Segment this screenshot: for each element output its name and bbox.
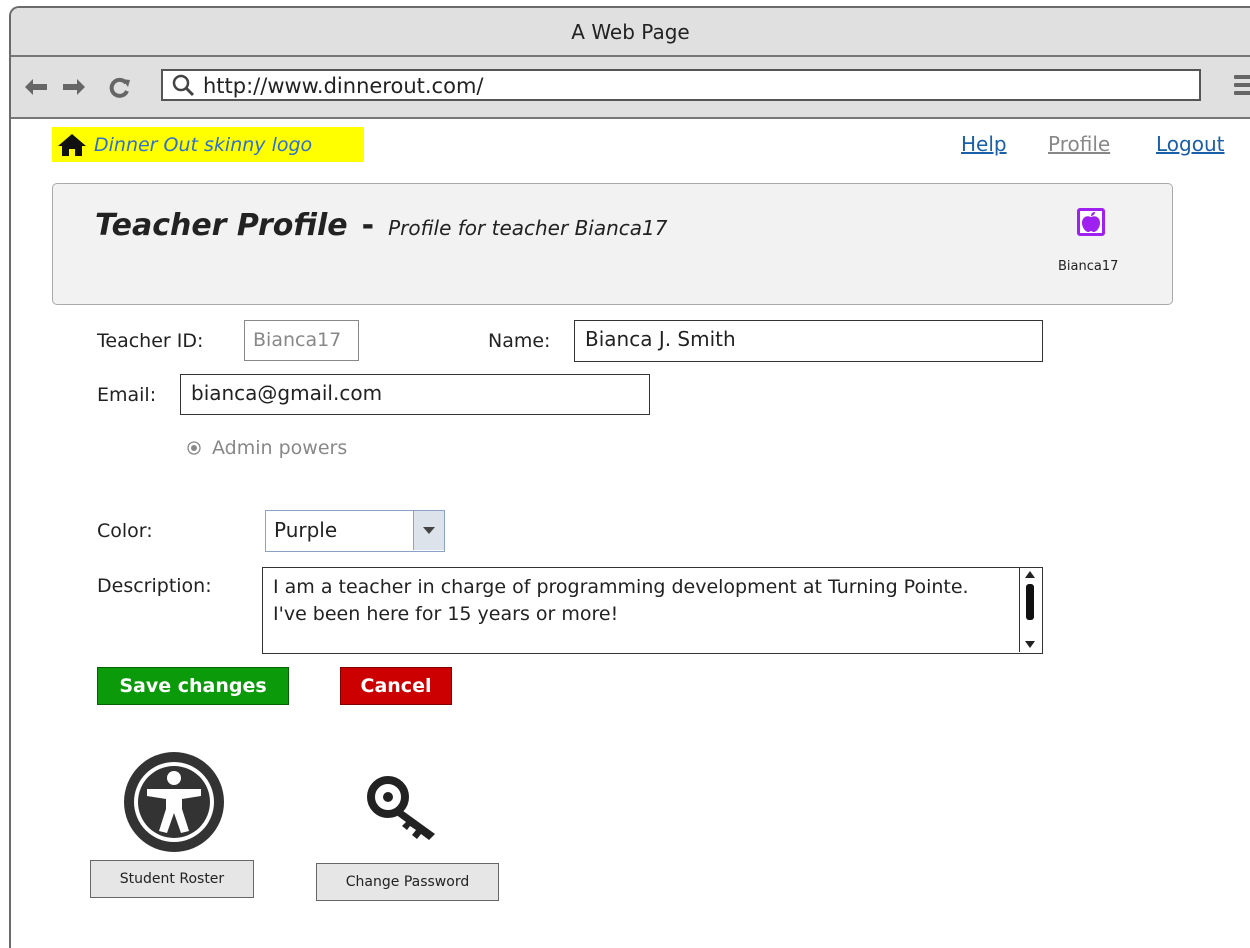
scroll-up-icon[interactable] <box>1025 571 1035 578</box>
page-title: Teacher Profile <box>95 208 348 243</box>
key-icon[interactable] <box>365 772 445 842</box>
help-link[interactable]: Help <box>961 132 1007 156</box>
back-arrow-icon[interactable] <box>23 78 49 96</box>
profile-header-panel: Teacher Profile - Profile for teacher Bi… <box>52 183 1173 305</box>
dropdown-button[interactable] <box>413 511 444 550</box>
avatar-caption: Bianca17 <box>1058 259 1119 274</box>
admin-powers-label: Admin powers <box>212 437 348 459</box>
accessibility-icon[interactable] <box>123 751 225 853</box>
description-text: I am a teacher in charge of programming … <box>273 576 969 625</box>
student-roster-button[interactable]: Student Roster <box>90 860 254 898</box>
admin-powers-option[interactable]: Admin powers <box>186 437 347 459</box>
logo-text: Dinner Out skinny logo <box>94 133 313 156</box>
email-label: Email: <box>97 384 157 406</box>
teacher-id-label: Teacher ID: <box>97 330 204 352</box>
change-password-button[interactable]: Change Password <box>316 863 499 901</box>
description-label: Description: <box>97 575 212 597</box>
title-separator: - <box>361 208 375 243</box>
email-field[interactable]: bianca@gmail.com <box>180 374 650 415</box>
name-label: Name: <box>488 330 551 352</box>
apple-icon <box>1082 212 1100 232</box>
textarea-scrollbar[interactable] <box>1019 568 1042 652</box>
home-icon <box>58 133 86 156</box>
description-textarea[interactable]: I am a teacher in charge of programming … <box>262 567 1043 654</box>
teacher-id-field: Bianca17 <box>244 320 359 361</box>
color-select-value: Purple <box>274 518 338 542</box>
window-title: A Web Page <box>11 8 1250 57</box>
avatar[interactable] <box>1077 208 1105 236</box>
profile-link[interactable]: Profile <box>1048 132 1110 156</box>
cancel-button[interactable]: Cancel <box>340 667 452 705</box>
url-text: http://www.dinnerout.com/ <box>203 74 484 98</box>
logout-link[interactable]: Logout <box>1156 132 1224 156</box>
name-field[interactable]: Bianca J. Smith <box>574 320 1043 362</box>
color-label: Color: <box>97 520 153 542</box>
scroll-thumb[interactable] <box>1026 584 1034 620</box>
url-bar[interactable]: http://www.dinnerout.com/ <box>161 69 1201 101</box>
site-logo[interactable]: Dinner Out skinny logo <box>52 127 364 162</box>
search-icon <box>172 74 195 97</box>
reload-icon[interactable] <box>109 77 131 99</box>
chevron-down-icon <box>423 526 435 534</box>
scroll-down-icon[interactable] <box>1025 641 1035 648</box>
color-select[interactable]: Purple <box>265 510 445 552</box>
browser-toolbar: http://www.dinnerout.com/ <box>11 57 1250 119</box>
forward-arrow-icon[interactable] <box>61 78 87 96</box>
radio-button-icon[interactable] <box>186 440 202 456</box>
page-subtitle: Profile for teacher Bianca17 <box>388 216 668 240</box>
hamburger-menu-icon[interactable] <box>1234 75 1250 99</box>
save-changes-button[interactable]: Save changes <box>97 667 289 705</box>
